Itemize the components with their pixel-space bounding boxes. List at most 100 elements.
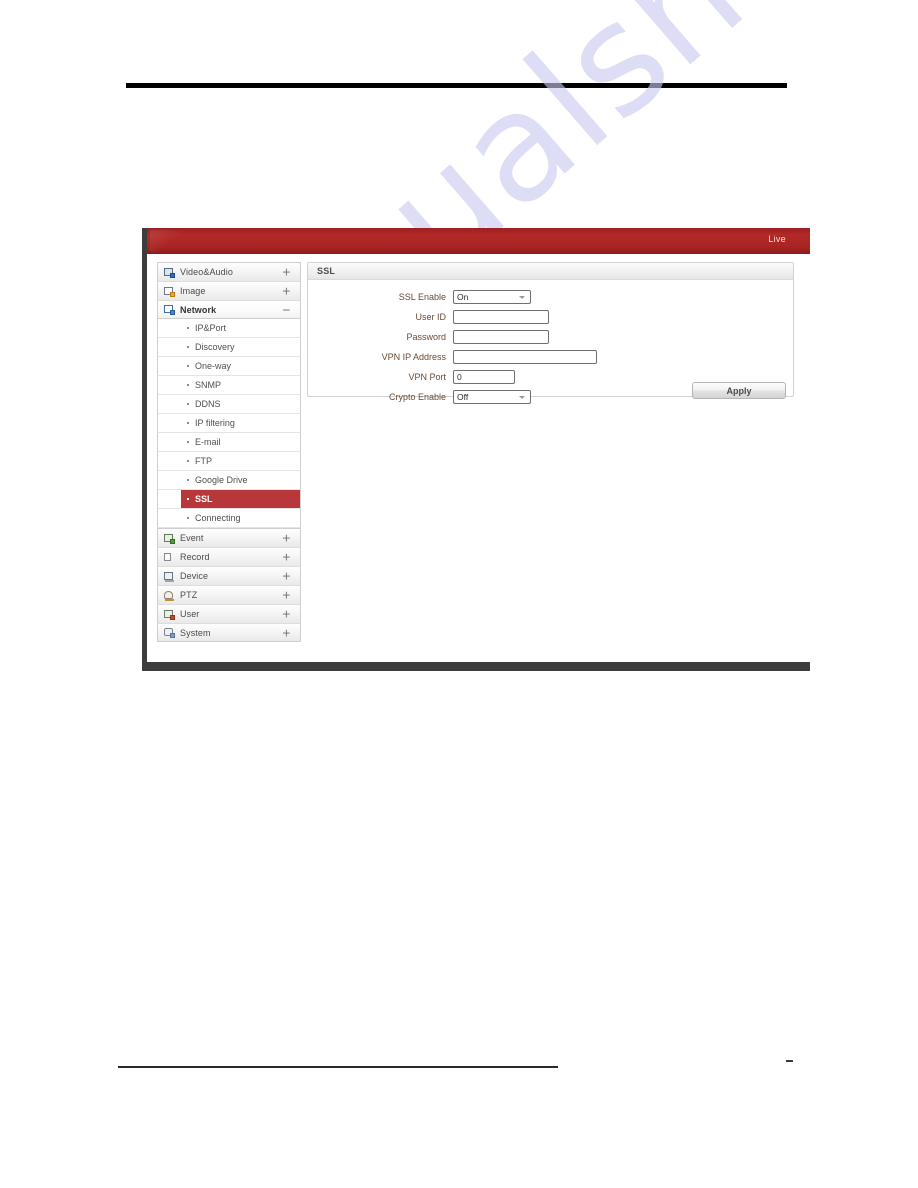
- sidebar-item-network[interactable]: Network −: [157, 300, 301, 319]
- sidebar-item-ftp[interactable]: FTP: [157, 452, 301, 471]
- sidebar-item-device[interactable]: Device +: [157, 566, 301, 585]
- page-footer-rule: [118, 1066, 558, 1068]
- event-icon: [164, 533, 175, 544]
- panel-body: SSL Enable On User ID Password VPN IP Ad…: [308, 280, 793, 406]
- apply-button-wrap: Apply: [692, 382, 786, 399]
- image-icon: [164, 286, 175, 297]
- video-audio-icon: [164, 267, 175, 278]
- sidebar-item-discovery[interactable]: Discovery: [157, 338, 301, 357]
- form-row-user-id: User ID: [308, 307, 793, 326]
- expand-plus-icon: +: [281, 550, 291, 564]
- network-icon: [164, 304, 175, 315]
- sidebar-item-label: SNMP: [195, 380, 222, 390]
- sidebar-item-ssl[interactable]: SSL: [157, 490, 301, 509]
- sidebar-item-record[interactable]: Record +: [157, 547, 301, 566]
- sidebar-item-label: One-way: [195, 361, 232, 371]
- apply-button[interactable]: Apply: [692, 382, 786, 399]
- sidebar-item-video-audio[interactable]: Video&Audio +: [157, 262, 301, 281]
- sidebar-item-label: FTP: [195, 456, 212, 466]
- sidebar-item-email[interactable]: E-mail: [157, 433, 301, 452]
- expand-plus-icon: +: [281, 531, 291, 545]
- sidebar-item-one-way[interactable]: One-way: [157, 357, 301, 376]
- expand-plus-icon: +: [281, 569, 291, 583]
- vpn-port-input[interactable]: 0: [453, 369, 515, 384]
- sidebar-item-connecting[interactable]: Connecting: [157, 509, 301, 528]
- vpn-ip-address-input[interactable]: [453, 349, 597, 364]
- page-header-rule: [126, 83, 787, 88]
- sidebar-item-label: Event: [180, 533, 204, 543]
- app-banner: Live: [147, 228, 810, 254]
- bullet-icon: [187, 498, 189, 500]
- sidebar-item-label: SSL: [195, 494, 213, 504]
- app-body: Video&Audio + Image + Network − IP&Port …: [147, 254, 810, 662]
- sidebar-item-google-drive[interactable]: Google Drive: [157, 471, 301, 490]
- sidebar-nav: Video&Audio + Image + Network − IP&Port …: [157, 262, 301, 642]
- form-row-vpn-ip-address: VPN IP Address: [308, 347, 793, 366]
- expand-plus-icon: +: [281, 284, 291, 298]
- sidebar-item-ip-port[interactable]: IP&Port: [157, 319, 301, 338]
- sidebar-item-label: E-mail: [195, 437, 221, 447]
- sidebar-item-image[interactable]: Image +: [157, 281, 301, 300]
- crypto-enable-label: Crypto Enable: [388, 391, 446, 402]
- form-row-ssl-enable: SSL Enable On: [308, 287, 793, 306]
- sidebar-item-label: Connecting: [195, 513, 241, 523]
- ssl-enable-select[interactable]: On: [453, 289, 531, 304]
- device-web-ui-screenshot: Live Video&Audio + Image + Network − IP&: [142, 228, 810, 671]
- sidebar-item-label: Record: [180, 552, 210, 562]
- sidebar-item-label: Device: [180, 571, 209, 581]
- chevron-down-icon: [519, 295, 525, 299]
- bullet-icon: [187, 422, 189, 424]
- password-input[interactable]: [453, 329, 549, 344]
- sidebar-item-label: System: [180, 627, 211, 638]
- sidebar-item-label: Video&Audio: [180, 267, 233, 277]
- brand-logo: [150, 230, 186, 252]
- sidebar-item-system[interactable]: System +: [157, 623, 301, 642]
- bullet-icon: [187, 327, 189, 329]
- user-icon: [164, 609, 175, 620]
- ssl-enable-label: SSL Enable: [398, 291, 446, 302]
- sidebar-item-label: IP&Port: [195, 323, 227, 333]
- sidebar-item-label: User: [180, 609, 200, 619]
- page-title: SSL: [317, 266, 336, 276]
- bullet-icon: [187, 365, 189, 367]
- device-icon: [164, 571, 175, 582]
- sidebar-item-ddns[interactable]: DDNS: [157, 395, 301, 414]
- vpn-port-label: VPN Port: [408, 371, 446, 382]
- bullet-icon: [187, 346, 189, 348]
- ssl-settings-panel: SSL SSL Enable On User ID Password VPN I…: [307, 262, 794, 404]
- window-bottom-edge: [142, 662, 810, 671]
- expand-plus-icon: +: [281, 607, 291, 621]
- panel-header: SSL: [308, 263, 793, 280]
- bullet-icon: [187, 479, 189, 481]
- sidebar-item-ptz[interactable]: PTZ +: [157, 585, 301, 604]
- system-icon: [164, 627, 175, 638]
- expand-plus-icon: +: [281, 626, 291, 639]
- ptz-icon: [164, 590, 175, 601]
- vpn-ip-address-label: VPN IP Address: [381, 351, 446, 362]
- form-row-password: Password: [308, 327, 793, 346]
- page-footer-mark: [786, 1060, 793, 1062]
- sidebar-item-ip-filtering[interactable]: IP filtering: [157, 414, 301, 433]
- crypto-enable-select[interactable]: Off: [453, 389, 531, 404]
- user-id-input[interactable]: [453, 309, 549, 324]
- bullet-icon: [187, 403, 189, 405]
- sidebar-item-snmp[interactable]: SNMP: [157, 376, 301, 395]
- expand-plus-icon: +: [281, 265, 291, 279]
- sidebar-item-label: Discovery: [195, 342, 235, 352]
- sidebar-item-label: DDNS: [195, 399, 221, 409]
- sidebar-item-event[interactable]: Event +: [157, 528, 301, 547]
- bullet-icon: [187, 460, 189, 462]
- expand-plus-icon: +: [281, 588, 291, 602]
- chevron-down-icon: [519, 395, 525, 399]
- live-link[interactable]: Live: [768, 234, 786, 244]
- record-icon: [164, 552, 175, 563]
- ssl-enable-value: On: [457, 291, 469, 302]
- sidebar-item-user[interactable]: User +: [157, 604, 301, 623]
- password-label: Password: [406, 331, 446, 342]
- sidebar-item-label: Network: [180, 304, 217, 315]
- sidebar-item-label: Image: [180, 286, 206, 296]
- crypto-enable-value: Off: [457, 391, 469, 402]
- bullet-icon: [187, 441, 189, 443]
- bullet-icon: [187, 384, 189, 386]
- collapse-minus-icon: −: [281, 303, 291, 316]
